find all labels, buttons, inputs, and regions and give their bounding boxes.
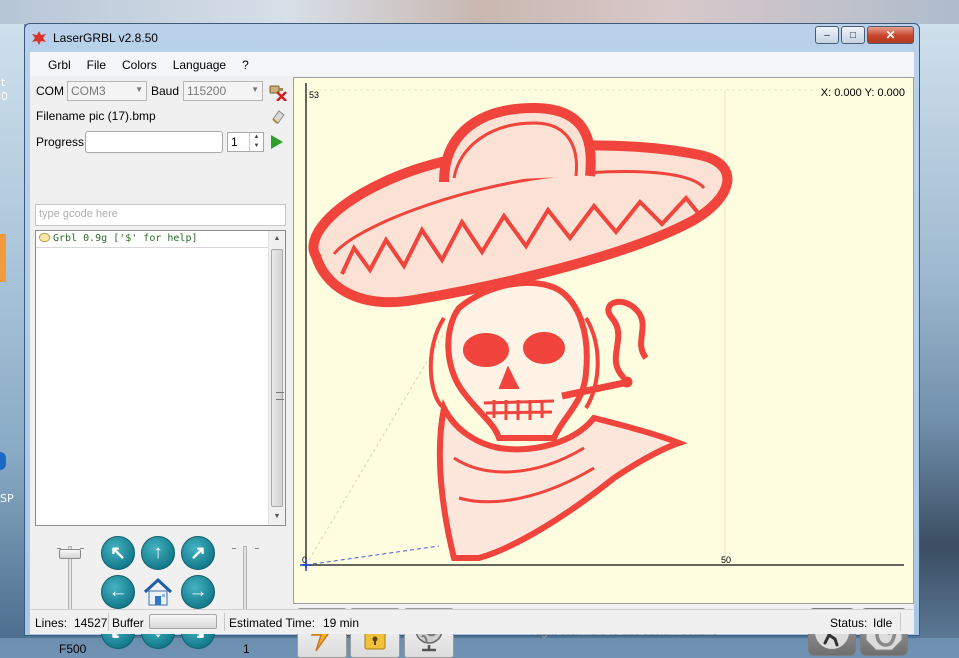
stepper-up-icon[interactable]: ▲ bbox=[249, 133, 263, 142]
menu-help[interactable]: ? bbox=[234, 52, 257, 76]
eraser-icon[interactable] bbox=[270, 108, 286, 124]
app-icon bbox=[32, 31, 46, 45]
console-log: Grbl 0.9g ['$' for help] ▲ ▼ bbox=[35, 230, 286, 526]
left-panel: COM COM3 ▼ Baud 115200 ▼ Filename pic (1… bbox=[30, 78, 290, 656]
filename-label: Filename bbox=[36, 109, 86, 123]
minimize-button[interactable]: – bbox=[815, 26, 839, 44]
jog-up-left-button[interactable]: ↖ bbox=[101, 536, 135, 570]
gcode-input[interactable]: type gcode here bbox=[35, 204, 286, 226]
copies-stepper[interactable]: 1 ▲ ▼ bbox=[227, 132, 264, 152]
title-bar[interactable]: LaserGRBL v2.8.50 – □ ✕ bbox=[25, 24, 919, 52]
scroll-down-icon[interactable]: ▼ bbox=[269, 509, 285, 525]
y-axis-max-label: 53 bbox=[309, 90, 320, 100]
status-divider bbox=[224, 613, 225, 631]
feed-label: F500 bbox=[59, 642, 87, 656]
jog-right-button[interactable]: → bbox=[181, 575, 215, 609]
rapid-path bbox=[305, 332, 445, 566]
home-icon bbox=[143, 577, 173, 606]
coordinate-readout: X: 0.000 Y: 0.000 bbox=[820, 87, 905, 99]
status-divider bbox=[108, 613, 109, 631]
slider-tick bbox=[57, 548, 61, 549]
slider-tick bbox=[232, 548, 236, 549]
laser-grbl-window: LaserGRBL v2.8.50 – □ ✕ Grbl File Colors… bbox=[24, 23, 920, 658]
buffer-label: Buffer bbox=[112, 616, 144, 630]
status-label: Status: bbox=[830, 616, 868, 630]
jog-left-button[interactable]: ← bbox=[101, 575, 135, 609]
grip-icon bbox=[276, 392, 284, 400]
estimated-time-label: Estimated Time: bbox=[229, 616, 316, 630]
stepper-down-icon[interactable]: ▼ bbox=[249, 142, 263, 151]
x-axis-tick-label: 50 bbox=[721, 555, 732, 565]
desktop-icon-fragment bbox=[0, 452, 6, 470]
com-port-value: COM3 bbox=[71, 84, 106, 98]
play-icon[interactable] bbox=[271, 135, 283, 149]
com-port-select[interactable]: COM3 ▼ bbox=[67, 81, 147, 101]
baud-select[interactable]: 115200 ▼ bbox=[183, 81, 263, 101]
chevron-down-icon: ▼ bbox=[251, 85, 259, 94]
progress-label: Progress bbox=[36, 135, 85, 149]
menu-language[interactable]: Language bbox=[165, 52, 234, 76]
menu-bar: Grbl File Colors Language ? bbox=[30, 52, 914, 76]
disconnect-icon[interactable] bbox=[268, 81, 288, 101]
message-icon bbox=[39, 233, 50, 242]
maximize-button[interactable]: □ bbox=[841, 26, 865, 44]
lines-label: Lines: bbox=[35, 616, 68, 630]
console-line: Grbl 0.9g ['$' for help] bbox=[39, 233, 198, 244]
desktop-left-strip: t 0 SP bbox=[0, 24, 24, 638]
jog-up-right-button[interactable]: ↗ bbox=[181, 536, 215, 570]
feed-slider-thumb[interactable] bbox=[59, 549, 81, 560]
baud-label: Baud bbox=[151, 84, 180, 98]
preview-canvas[interactable]: X: 0.000 Y: 0.000 53 50 0 bbox=[293, 77, 914, 604]
baud-value: 115200 bbox=[187, 84, 227, 98]
home-button[interactable] bbox=[141, 575, 175, 609]
rapid-path bbox=[305, 545, 440, 566]
window-client: Grbl File Colors Language ? COM COM3 ▼ B… bbox=[30, 52, 914, 658]
buffer-progress bbox=[149, 614, 217, 629]
desktop-glyph: 0 bbox=[1, 90, 8, 103]
scroll-up-icon[interactable]: ▲ bbox=[269, 231, 285, 247]
status-divider bbox=[900, 613, 901, 631]
window-title: LaserGRBL v2.8.50 bbox=[53, 31, 158, 45]
lines-count: 14527 bbox=[74, 616, 108, 630]
status-value: Idle bbox=[873, 616, 893, 630]
close-button[interactable]: ✕ bbox=[867, 26, 914, 44]
console-text: Grbl 0.9g ['$' for help] bbox=[53, 233, 198, 244]
desktop-right-strip bbox=[918, 24, 959, 638]
filename-display: pic (17).bmp bbox=[85, 107, 263, 125]
desktop-glyph: SP bbox=[0, 492, 14, 505]
console-scrollbar[interactable]: ▲ ▼ bbox=[268, 231, 285, 525]
status-bar: Lines: 14527 Buffer Estimated Time: 19 m… bbox=[30, 609, 914, 634]
menu-file[interactable]: File bbox=[79, 52, 114, 76]
skull-sombrero-drawing bbox=[308, 102, 733, 561]
chevron-down-icon: ▼ bbox=[135, 85, 143, 94]
scrollbar-thumb[interactable] bbox=[271, 249, 284, 507]
slider-tick bbox=[80, 548, 84, 549]
com-label: COM bbox=[36, 84, 64, 98]
engraving-preview bbox=[302, 83, 904, 568]
copies-value: 1 bbox=[231, 135, 238, 149]
step-label: 1 bbox=[243, 642, 250, 656]
jog-up-button[interactable]: ↑ bbox=[141, 536, 175, 570]
desktop-glyph: t bbox=[1, 76, 6, 89]
desktop-top-strip bbox=[0, 0, 959, 24]
crosshair-icon bbox=[300, 559, 312, 571]
console-divider bbox=[36, 247, 268, 248]
menu-colors[interactable]: Colors bbox=[114, 52, 165, 76]
menu-grbl[interactable]: Grbl bbox=[40, 52, 79, 76]
progress-bar bbox=[85, 131, 223, 153]
estimated-time-value: 19 min bbox=[323, 616, 360, 630]
slider-tick bbox=[255, 548, 259, 549]
desktop-icon-fragment bbox=[0, 234, 6, 282]
